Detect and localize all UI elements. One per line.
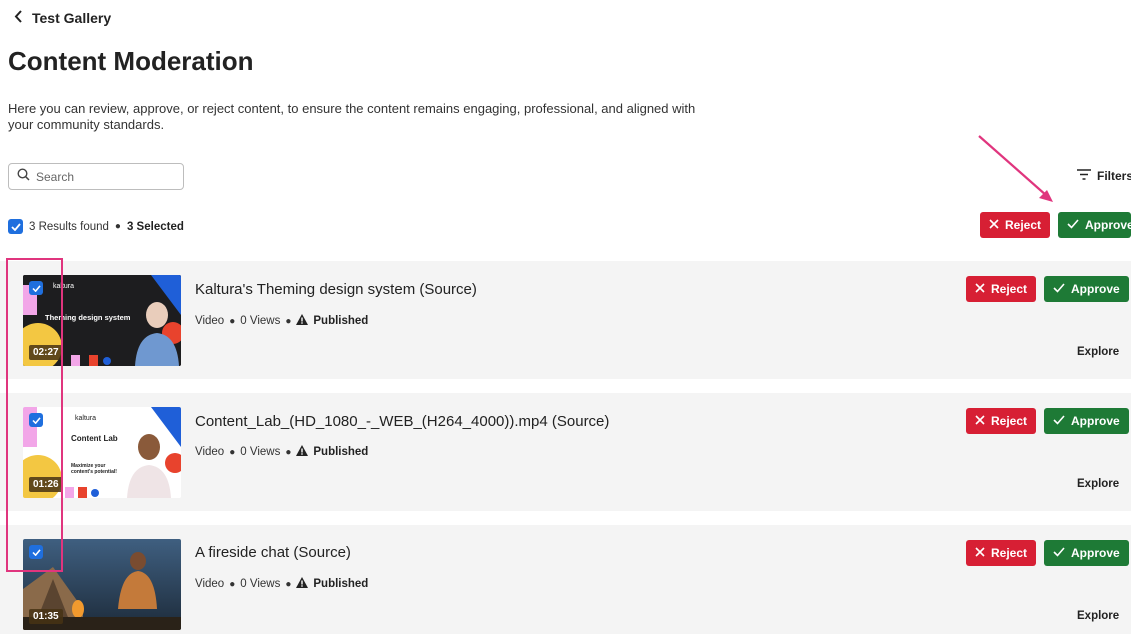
warning-icon	[296, 445, 309, 459]
approve-button[interactable]: Approve	[1044, 540, 1129, 566]
bulk-approve-button[interactable]: Approve	[1058, 212, 1131, 238]
separator-dot: ●	[229, 578, 236, 590]
check-icon	[1053, 282, 1065, 296]
entry-status: Published	[313, 578, 369, 590]
duration-badge: 01:26	[29, 477, 63, 492]
explore-link[interactable]: Explore	[1077, 610, 1119, 622]
entry-title[interactable]: Kaltura's Theming design system (Source)	[195, 281, 477, 298]
bulk-reject-label: Reject	[1005, 218, 1042, 232]
bulk-reject-button[interactable]: Reject	[980, 212, 1051, 238]
filters-label: Filters	[1097, 169, 1131, 183]
entry-status: Published	[313, 446, 369, 458]
back-link[interactable]: Test Gallery	[14, 10, 111, 26]
entry-status: Published	[313, 315, 369, 327]
check-icon	[1053, 546, 1065, 560]
duration-badge: 01:35	[29, 609, 63, 624]
explore-link[interactable]: Explore	[1077, 346, 1119, 358]
filter-icon	[1077, 169, 1091, 183]
entry-row: 01:35 A fireside chat (Source) Video ● 0…	[0, 525, 1131, 634]
selected-count-text: 3 Selected	[126, 220, 184, 233]
separator-dot: ●	[229, 315, 236, 327]
entry-row: kaltura Theming design system 02:27 Kalt…	[0, 261, 1131, 379]
approve-label: Approve	[1071, 546, 1120, 560]
page-title: Content Moderation	[8, 46, 254, 76]
explore-link[interactable]: Explore	[1077, 478, 1119, 490]
reject-label: Reject	[991, 546, 1028, 560]
select-all-checkbox[interactable]	[8, 219, 23, 234]
entry-type: Video	[195, 446, 225, 458]
reject-label: Reject	[991, 282, 1028, 296]
approve-label: Approve	[1071, 282, 1120, 296]
separator-dot: ●	[114, 221, 121, 232]
warning-icon	[296, 577, 309, 591]
duration-badge: 02:27	[29, 345, 63, 360]
entry-checkbox[interactable]	[29, 413, 43, 427]
check-icon	[1053, 414, 1065, 428]
entry-views: 0 Views	[240, 578, 281, 590]
search-box[interactable]	[8, 163, 184, 190]
close-icon	[975, 414, 985, 428]
thumbnail-caption: Theming design system	[45, 313, 131, 322]
reject-button[interactable]: Reject	[966, 408, 1037, 434]
back-link-label: Test Gallery	[32, 10, 112, 26]
entry-row: kaltura Content Lab Maximize your conten…	[0, 393, 1131, 511]
entry-checkbox[interactable]	[29, 281, 43, 295]
entry-meta: Video ● 0 Views ● Published	[195, 314, 368, 328]
entry-checkbox[interactable]	[29, 545, 43, 559]
close-icon	[975, 282, 985, 296]
thumbnail-caption: Content Lab	[71, 434, 118, 443]
results-summary: 3 Results found ● 3 Selected	[8, 219, 184, 234]
bulk-approve-label: Approve	[1085, 218, 1131, 232]
approve-label: Approve	[1071, 414, 1120, 428]
thumbnail-brand: kaltura	[53, 283, 75, 290]
check-icon	[1067, 218, 1079, 232]
separator-dot: ●	[285, 446, 292, 458]
separator-dot: ●	[229, 446, 236, 458]
entry-meta: Video ● 0 Views ● Published	[195, 445, 368, 459]
page-description: Here you can review, approve, or reject …	[8, 101, 696, 132]
entry-thumbnail[interactable]: kaltura Theming design system 02:27	[23, 275, 181, 366]
separator-dot: ●	[285, 578, 292, 590]
close-icon	[989, 218, 999, 232]
entry-type: Video	[195, 315, 225, 327]
separator-dot: ●	[285, 315, 292, 327]
entry-views: 0 Views	[240, 315, 281, 327]
thumbnail-brand: kaltura	[75, 415, 97, 422]
reject-button[interactable]: Reject	[966, 276, 1037, 302]
entry-type: Video	[195, 578, 225, 590]
entry-meta: Video ● 0 Views ● Published	[195, 577, 368, 591]
filters-button[interactable]: Filters	[1077, 169, 1131, 183]
chevron-left-icon	[14, 10, 23, 26]
warning-icon	[296, 314, 309, 328]
approve-button[interactable]: Approve	[1044, 408, 1129, 434]
search-icon	[17, 167, 30, 186]
entry-title[interactable]: A fireside chat (Source)	[195, 544, 351, 561]
results-found-text: 3 Results found	[29, 220, 109, 233]
entry-thumbnail[interactable]: kaltura Content Lab Maximize your conten…	[23, 407, 181, 498]
reject-label: Reject	[991, 414, 1028, 428]
entry-views: 0 Views	[240, 446, 281, 458]
thumbnail-subcaption: Maximize your content's potential!	[71, 463, 117, 475]
search-input[interactable]	[36, 169, 176, 184]
close-icon	[975, 546, 985, 560]
approve-button[interactable]: Approve	[1044, 276, 1129, 302]
annotation-arrow	[978, 135, 1053, 202]
entry-thumbnail[interactable]: 01:35	[23, 539, 181, 630]
reject-button[interactable]: Reject	[966, 540, 1037, 566]
entry-title[interactable]: Content_Lab_(HD_1080_-_WEB_(H264_4000)).…	[195, 413, 609, 430]
